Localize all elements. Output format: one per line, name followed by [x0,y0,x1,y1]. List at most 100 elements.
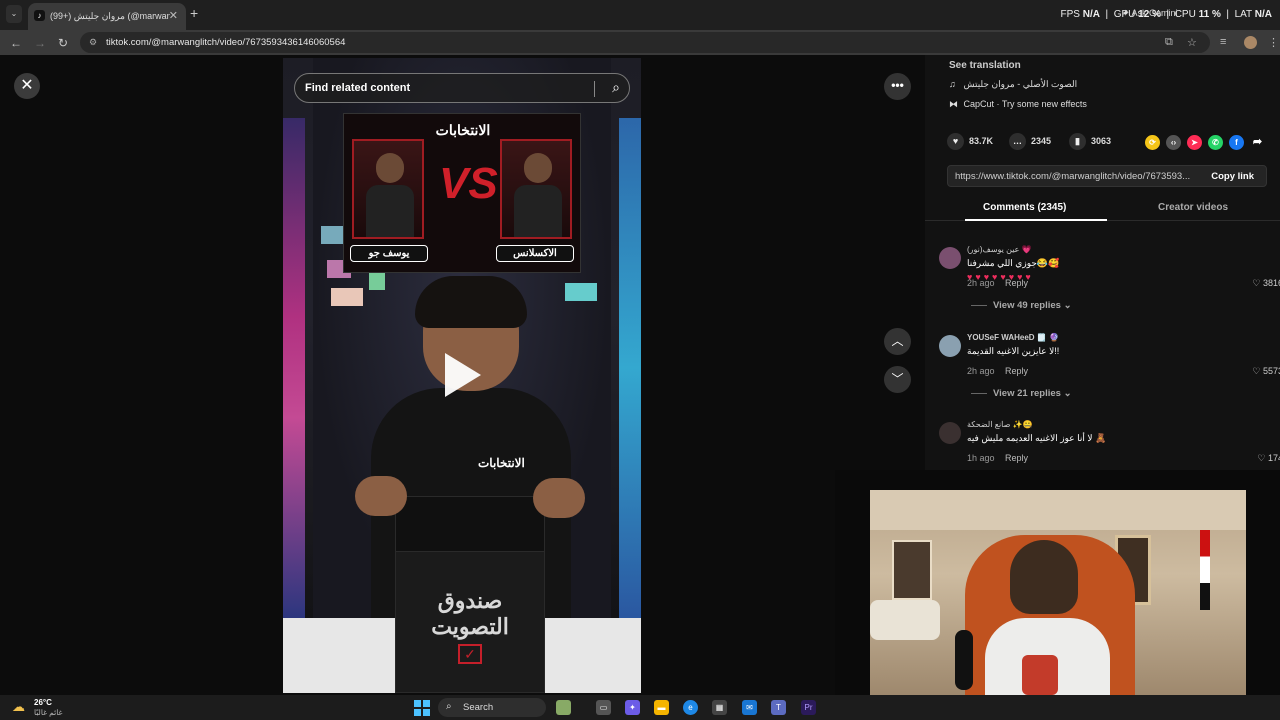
embed-icon[interactable]: ‹› [1166,135,1181,150]
windows-taskbar: ☁ 26°C غائم غالبًا ⌕ Search ▭ ✦ ▬ e ▦ ✉ … [0,695,1280,720]
video-link-box[interactable]: https://www.tiktok.com/@marwanglitch/vid… [947,165,1267,187]
menu-icon[interactable]: ⋮ [1268,36,1279,49]
comment-username[interactable]: صانع الضحكة ✨🤐 [967,420,1033,429]
site-info-icon[interactable]: ⚙ [89,37,97,48]
sticky-note [321,226,345,244]
avatar[interactable] [939,335,961,357]
share-arrow-icon[interactable]: ➦ [1250,135,1265,150]
webcam-feed [870,490,1246,700]
like-count: 83.7K [969,136,994,146]
details-panel: See translation ♫ الصوت الأصلي - مروان ج… [925,55,1280,470]
reading-list-icon[interactable]: ≡ [1220,36,1226,48]
microphone [955,630,973,690]
taskbar-search[interactable]: ⌕ Search [438,698,546,717]
sticky-note [369,272,385,290]
cpu-label: CPU [1174,9,1196,20]
search-icon[interactable]: ⌕ [612,79,620,96]
search-divider [594,81,595,97]
candidate-left-photo [352,139,424,239]
avatar[interactable] [939,247,961,269]
forward-arrow-icon[interactable]: → [34,36,46,50]
chevron-up-icon[interactable]: ︿ [884,328,911,355]
sticky-note [565,283,597,301]
edge-browser-icon[interactable]: e [683,700,698,715]
weather-cloud-icon[interactable]: ☁ [12,699,25,715]
search-placeholder: Find related content [305,82,411,94]
play-icon[interactable] [445,353,481,397]
reply-button[interactable]: Reply [1005,278,1028,288]
windows-start-icon[interactable] [414,700,430,716]
address-bar[interactable]: ⚙ tiktok.com/@marwanglitch/video/7673593… [80,32,1210,53]
webcam-ceiling [870,490,1246,530]
chevron-down-icon[interactable]: ﹀ [884,366,911,393]
task-view-icon[interactable]: ▭ [596,700,611,715]
widget-app-icon[interactable] [556,700,571,715]
vs-text: VS [439,159,498,208]
view-replies-button[interactable]: View 21 replies ⌄ [971,388,1072,399]
reply-button[interactable]: Reply [1005,453,1028,463]
send-to-friends-icon[interactable]: ➤ [1187,135,1202,150]
lat-value: N/A [1254,9,1272,20]
ballot-box-lid [395,496,545,552]
teams-icon[interactable]: T [771,700,786,715]
repost-icon[interactable]: ⟳ [1145,135,1160,150]
file-explorer-icon[interactable]: ▬ [654,700,669,715]
reload-icon[interactable]: ↻ [58,36,68,50]
tab-search-button[interactable]: ⌄ [6,5,22,23]
new-tab-button[interactable]: + [190,5,198,21]
video-player[interactable]: الانتخابات VS يوسف جو الاكسلانس الانتخاب… [283,58,641,693]
like-button[interactable]: ♥ 83.7K [947,133,993,150]
weather-temperature[interactable]: 26°C [34,698,52,707]
comment-likes[interactable]: ♡ 174 [1257,453,1280,464]
sound-name: الصوت الأصلي - مروان جليتش [963,79,1078,89]
avatar[interactable] [939,422,961,444]
capcut-icon: ⧓ [949,99,958,109]
weather-description[interactable]: غائم غالبًا [34,708,62,717]
profile-icon[interactable] [1244,36,1257,49]
install-app-icon[interactable]: ⧉ [1165,36,1173,49]
premiere-pro-icon[interactable]: Pr [801,700,816,715]
tab-comments[interactable]: Comments (2345) [983,202,1066,213]
comment-likes[interactable]: ♡ 3816 [1252,278,1280,289]
hand-right [533,478,585,518]
hand-left [355,476,407,516]
webcam-sofa [870,600,940,640]
comment-button[interactable]: … 2345 [1009,133,1051,150]
comment-like-count: 174 [1267,453,1280,463]
neon-light-left [283,118,305,618]
comment-text: لا أنا عوز الاغنيه العديمه مليش فيه 🧸 [967,433,1107,443]
ask-gemini-button[interactable]: ✦ Ask Gemini [1122,8,1178,19]
comment-username[interactable]: عين يوسف(نور) 💗 [967,245,1032,254]
reply-button[interactable]: Reply [1005,366,1028,376]
sound-row[interactable]: ♫ الصوت الأصلي - مروان جليتش [949,79,1077,90]
tab-creator-videos[interactable]: Creator videos [1158,202,1228,213]
comment-meta: 2h ago Reply [967,366,1028,376]
lat-label: LAT [1234,9,1252,20]
related-search-bar[interactable]: Find related content ⌕ [294,73,630,103]
store-icon[interactable]: ▦ [712,700,727,715]
see-translation-link[interactable]: See translation [949,60,1021,71]
save-button[interactable]: ▮ 3063 [1069,133,1111,150]
view-replies-label: View 49 replies [993,300,1061,311]
comment-like-count: 5573 [1262,366,1280,376]
webcam-flag [1200,530,1210,610]
webcam-window [892,540,932,600]
more-icon[interactable]: ••• [884,73,911,100]
capcut-row[interactable]: ⧓ CapCut · Try some new effects [949,99,1087,110]
view-replies-button[interactable]: View 49 replies ⌄ [971,300,1072,311]
facebook-icon[interactable]: f [1229,135,1244,150]
tab-close-icon[interactable]: ✕ [169,9,178,22]
comment-username[interactable]: YOUSeF WAHeeD 🗒️ 🔮 [967,333,1059,342]
copilot-icon[interactable]: ✦ [625,700,640,715]
copy-link-button[interactable]: Copy link [1211,171,1254,182]
checkbox-mark: ✓ [458,644,482,664]
bookmark-star-icon[interactable]: ☆ [1187,36,1197,49]
close-icon[interactable]: ✕ [14,73,40,99]
whatsapp-icon[interactable]: ✆ [1208,135,1223,150]
comment-likes[interactable]: ♡ 5573 [1252,366,1280,377]
active-tab-indicator [965,219,1107,221]
video-link-text: https://www.tiktok.com/@marwanglitch/vid… [955,171,1191,182]
back-arrow-icon[interactable]: ← [10,36,22,50]
mail-icon[interactable]: ✉ [742,700,757,715]
browser-tab[interactable]: ♪ (99+) مروان جليتش (@marwanglitch ✕ [28,3,186,30]
